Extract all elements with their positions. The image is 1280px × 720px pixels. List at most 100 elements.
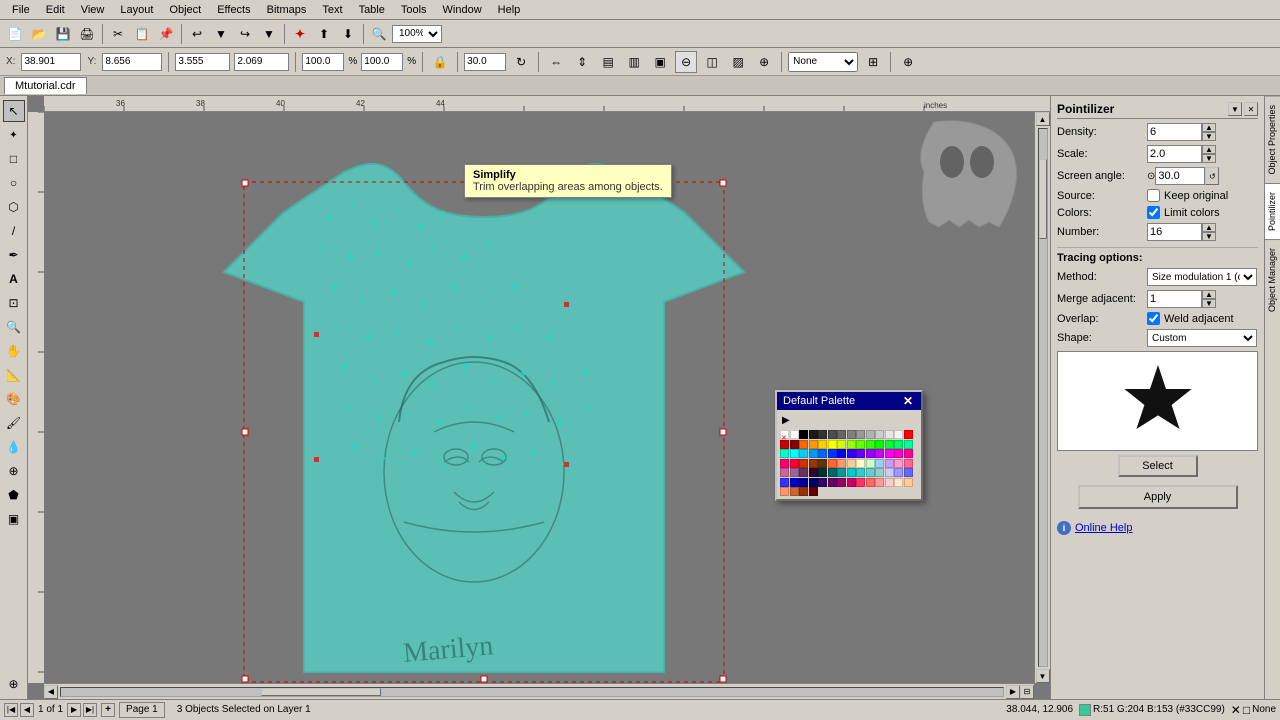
screen-angle-reset[interactable]: ↺ [1205, 167, 1219, 185]
mirror-v-button[interactable]: ⇕ [571, 51, 593, 73]
color-cell[interactable] [818, 430, 827, 439]
scale-input[interactable] [1147, 145, 1202, 163]
color-cell[interactable] [818, 459, 827, 468]
color-cell[interactable] [875, 430, 884, 439]
transform6-button[interactable]: ▨ [727, 51, 749, 73]
first-page-button[interactable]: |◀ [4, 703, 18, 717]
color-cell[interactable] [818, 449, 827, 458]
number-up[interactable]: ▲ [1202, 223, 1216, 232]
menu-text[interactable]: Text [314, 2, 350, 18]
merge-down[interactable]: ▼ [1202, 299, 1216, 308]
pan-tool[interactable]: ✋ [3, 340, 25, 362]
extra-button[interactable]: ⊕ [897, 51, 919, 73]
import-button[interactable]: ✦ [289, 23, 311, 45]
color-cell[interactable] [799, 440, 808, 449]
redo-button[interactable]: ↪ [234, 23, 256, 45]
scroll-thumb[interactable] [261, 688, 381, 696]
color-cell[interactable] [828, 449, 837, 458]
undo-button[interactable]: ↩ [186, 23, 208, 45]
color-cell[interactable] [780, 478, 789, 487]
panel-expand-button[interactable]: ▼ [1228, 102, 1242, 116]
color-cell[interactable] [818, 468, 827, 477]
menu-help[interactable]: Help [490, 2, 529, 18]
color-cell[interactable] [875, 440, 884, 449]
cut-button[interactable]: ✂ [107, 23, 129, 45]
export2-button[interactable]: ⬇ [337, 23, 359, 45]
scroll-down-button[interactable]: ▼ [1036, 669, 1050, 683]
crop-tool[interactable]: ⊡ [3, 292, 25, 314]
zoom-tool[interactable]: 🔍 [3, 316, 25, 338]
number-down[interactable]: ▼ [1202, 232, 1216, 241]
color-cell[interactable] [904, 449, 913, 458]
color-cell[interactable] [894, 430, 903, 439]
new-button[interactable]: 📄 [4, 23, 26, 45]
limit-colors-checkbox[interactable] [1147, 206, 1160, 219]
color-cell[interactable] [894, 459, 903, 468]
color-cell[interactable] [790, 487, 799, 496]
color-cell[interactable] [847, 468, 856, 477]
method-select[interactable]: Size modulation 1 (o... [1147, 268, 1257, 286]
vscroll-thumb[interactable] [1039, 159, 1047, 239]
lock-ratio-button[interactable]: 🔒 [429, 51, 451, 73]
color-cell[interactable] [837, 459, 846, 468]
transform2-button[interactable]: ▥ [623, 51, 645, 73]
color-cell[interactable] [828, 468, 837, 477]
color-cell[interactable] [809, 449, 818, 458]
horizontal-scrollbar[interactable]: ◀ ▶ ⊟ [44, 683, 1034, 699]
color-cell[interactable] [866, 468, 875, 477]
scroll-up-button[interactable]: ▲ [1036, 112, 1050, 126]
color-cell[interactable] [856, 440, 865, 449]
menu-edit[interactable]: Edit [38, 2, 73, 18]
palette-header[interactable]: Default Palette ✕ [777, 392, 921, 410]
color-cell[interactable] [780, 468, 789, 477]
color-cell[interactable] [837, 478, 846, 487]
height-input[interactable] [234, 53, 289, 71]
color-cell[interactable] [885, 430, 894, 439]
palette-arrow-right[interactable]: ▶ [780, 413, 792, 428]
color-cell[interactable] [780, 449, 789, 458]
blend-tool[interactable]: ⊕ [3, 460, 25, 482]
add-page-button[interactable]: + [101, 703, 115, 717]
screen-angle-radio[interactable]: ⊙ [1147, 171, 1155, 182]
screen-angle-input[interactable] [1155, 167, 1205, 185]
menu-layout[interactable]: Layout [112, 2, 161, 18]
transform7-button[interactable]: ⊕ [753, 51, 775, 73]
menu-effects[interactable]: Effects [209, 2, 258, 18]
ellipse-tool[interactable]: ○ [3, 172, 25, 194]
next-page-button[interactable]: ▶ [67, 703, 81, 717]
color-cell[interactable] [837, 440, 846, 449]
fill-tool[interactable]: 🎨 [3, 388, 25, 410]
color-cell[interactable] [875, 459, 884, 468]
color-cell[interactable] [818, 478, 827, 487]
color-cell[interactable] [809, 430, 818, 439]
y-coord-input[interactable] [102, 53, 162, 71]
select-button[interactable]: Select [1118, 455, 1198, 477]
side-tab-pointilizer[interactable]: Pointilizer [1265, 183, 1280, 239]
scale-h-input[interactable] [361, 53, 403, 71]
color-cell[interactable] [837, 430, 846, 439]
color-cell[interactable] [875, 468, 884, 477]
palette-close-button[interactable]: ✕ [901, 394, 915, 408]
panel-close-button[interactable]: ✕ [1244, 102, 1258, 116]
shape-select[interactable]: Custom [1147, 329, 1257, 347]
none-select[interactable]: None [788, 52, 858, 72]
last-page-button[interactable]: ▶| [83, 703, 97, 717]
color-cell[interactable] [866, 440, 875, 449]
contour-tool[interactable]: ⬟ [3, 484, 25, 506]
menu-file[interactable]: File [4, 2, 38, 18]
zoom-fit-button[interactable]: ⊞ [862, 51, 884, 73]
density-up[interactable]: ▲ [1202, 123, 1216, 132]
scroll-right-button[interactable]: ▶ [1006, 685, 1020, 699]
color-cell[interactable] [809, 440, 818, 449]
color-cell[interactable] [875, 449, 884, 458]
save-button[interactable]: 💾 [52, 23, 74, 45]
color-cell[interactable] [894, 440, 903, 449]
zoom-out-status[interactable]: ⊟ [1020, 685, 1034, 699]
number-input[interactable] [1147, 223, 1202, 241]
color-cell[interactable] [790, 459, 799, 468]
color-cell[interactable] [799, 449, 808, 458]
color-cell[interactable] [856, 478, 865, 487]
print-button[interactable]: 🖨 [76, 23, 98, 45]
polygon-tool[interactable]: ⬡ [3, 196, 25, 218]
vertical-scrollbar[interactable]: ▲ ▼ [1034, 112, 1050, 683]
